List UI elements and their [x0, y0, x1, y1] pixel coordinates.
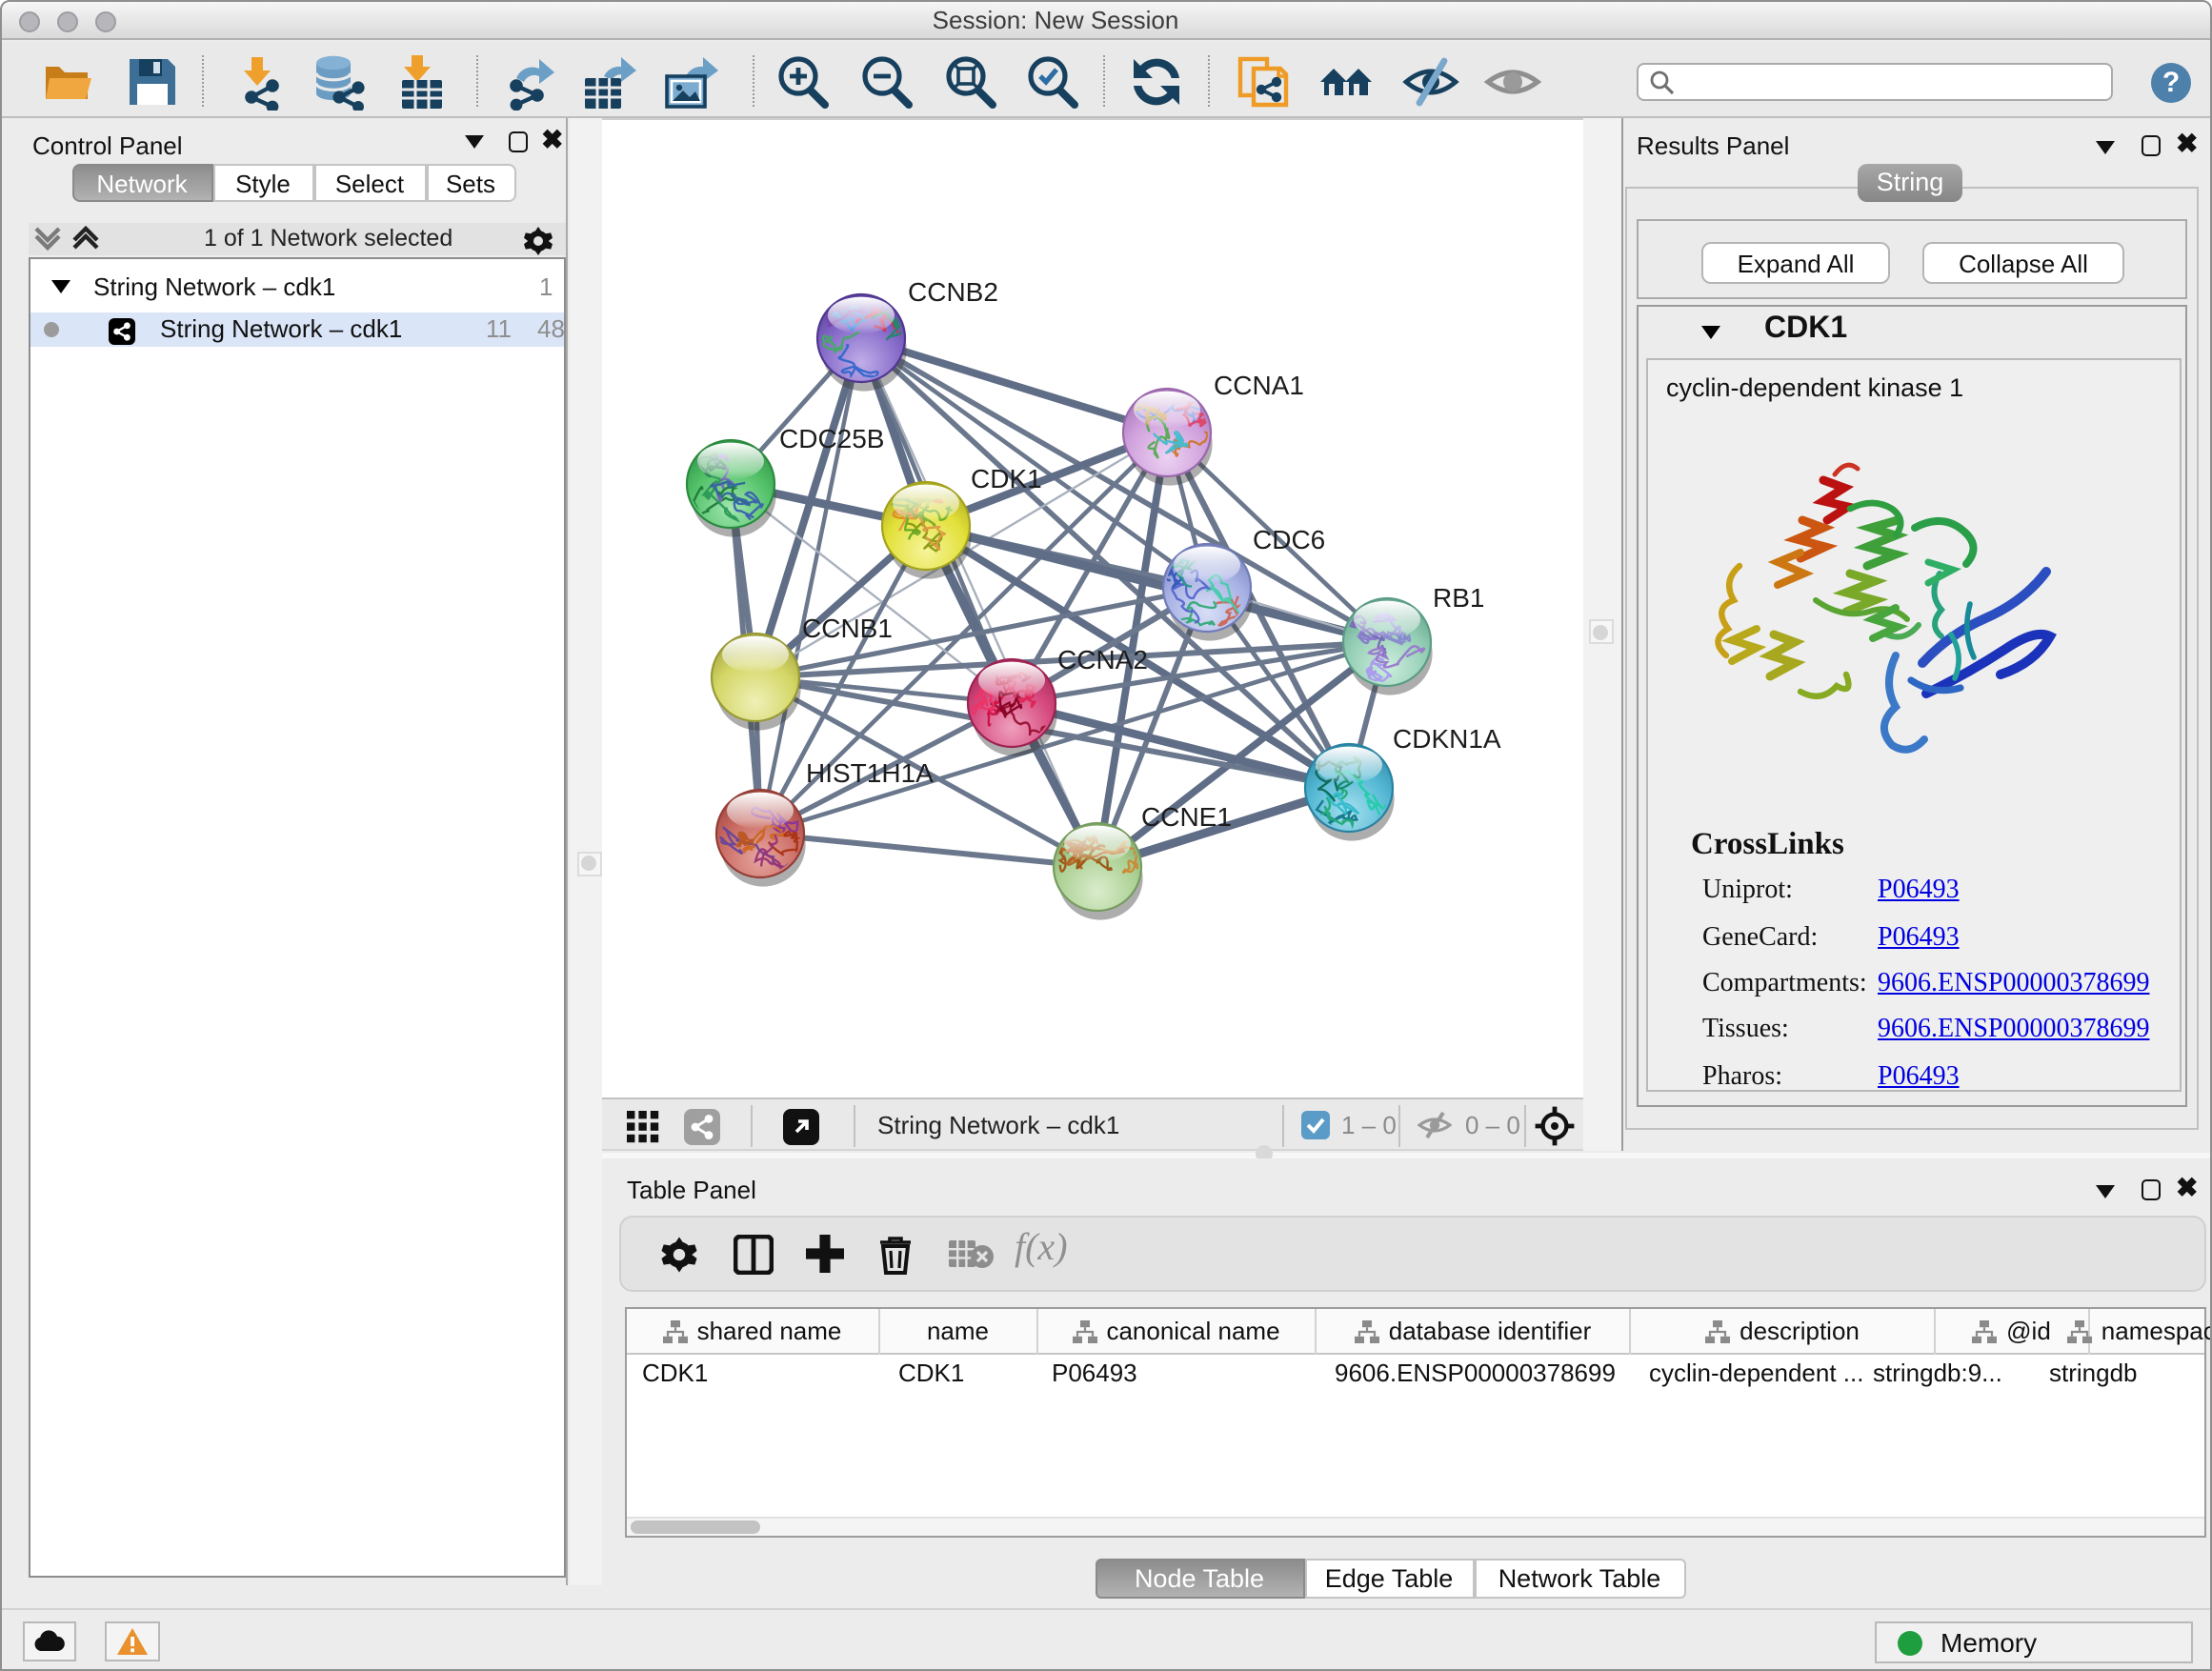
svg-text:CDKN1A: CDKN1A: [1393, 723, 1501, 753]
svg-text:HIST1H1A: HIST1H1A: [806, 757, 934, 787]
svg-text:CCNB2: CCNB2: [908, 276, 998, 306]
svg-text:RB1: RB1: [1433, 582, 1484, 612]
svg-text:CDC25B: CDC25B: [779, 423, 884, 453]
svg-text:CDC6: CDC6: [1253, 524, 1325, 554]
svg-text:CDK1: CDK1: [971, 463, 1042, 493]
svg-text:CCNA2: CCNA2: [1057, 644, 1148, 674]
svg-text:CCNE1: CCNE1: [1141, 801, 1232, 831]
svg-text:CCNB1: CCNB1: [802, 613, 893, 642]
svg-text:CCNA1: CCNA1: [1214, 370, 1304, 399]
